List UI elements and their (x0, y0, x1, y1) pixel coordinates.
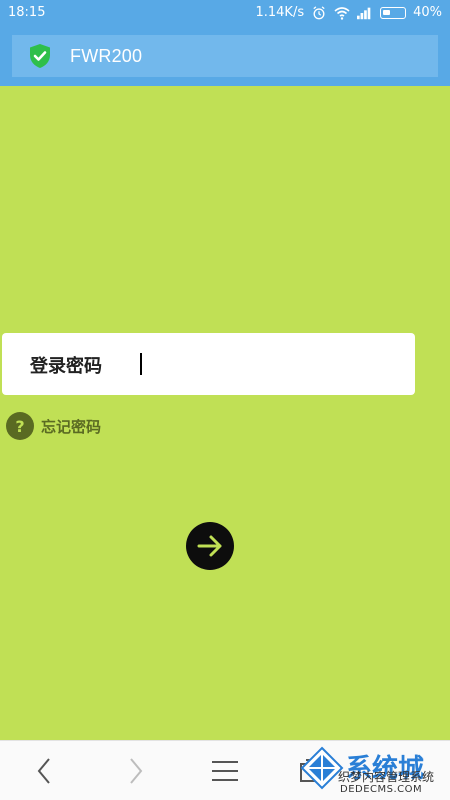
login-submit-button[interactable] (186, 522, 234, 570)
watermark-line1: 织梦内容管理系统 (338, 770, 435, 784)
forgot-password-label: 忘记密码 (41, 417, 102, 436)
shield-check-icon (30, 44, 50, 68)
watermark: 系统城 织梦内容管理系统 DEDECMS.COM (296, 744, 446, 798)
network-speed: 1.14K/s (255, 5, 305, 20)
address-bar[interactable]: FWR200 (12, 35, 438, 77)
wifi-icon (334, 6, 350, 20)
battery-level: 40% (413, 5, 442, 20)
forward-button[interactable] (116, 755, 156, 787)
status-time: 18:15 (8, 5, 46, 20)
alarm-icon (313, 5, 325, 19)
text-caret (140, 353, 142, 375)
password-label: 登录密码 (30, 356, 102, 377)
menu-button[interactable] (205, 755, 245, 787)
battery-icon (380, 6, 407, 19)
back-icon (37, 758, 50, 784)
password-input[interactable] (134, 346, 404, 382)
watermark-line2: DEDECMS.COM (340, 784, 423, 795)
back-button[interactable] (24, 755, 64, 787)
menu-icon (212, 761, 238, 781)
signal-icon (357, 7, 371, 19)
page-title: FWR200 (70, 45, 143, 66)
password-card: 登录密码 (2, 333, 415, 395)
forward-icon (130, 758, 143, 784)
arrow-right-icon (197, 535, 222, 557)
question-icon: ? (6, 412, 34, 440)
status-bar: 18:15 1.14K/s 40% (0, 0, 450, 26)
browser-header: FWR200 (0, 26, 450, 86)
forgot-password-link[interactable]: ? 忘记密码 (6, 412, 101, 440)
status-indicators: 1.14K/s 40% (255, 5, 442, 20)
